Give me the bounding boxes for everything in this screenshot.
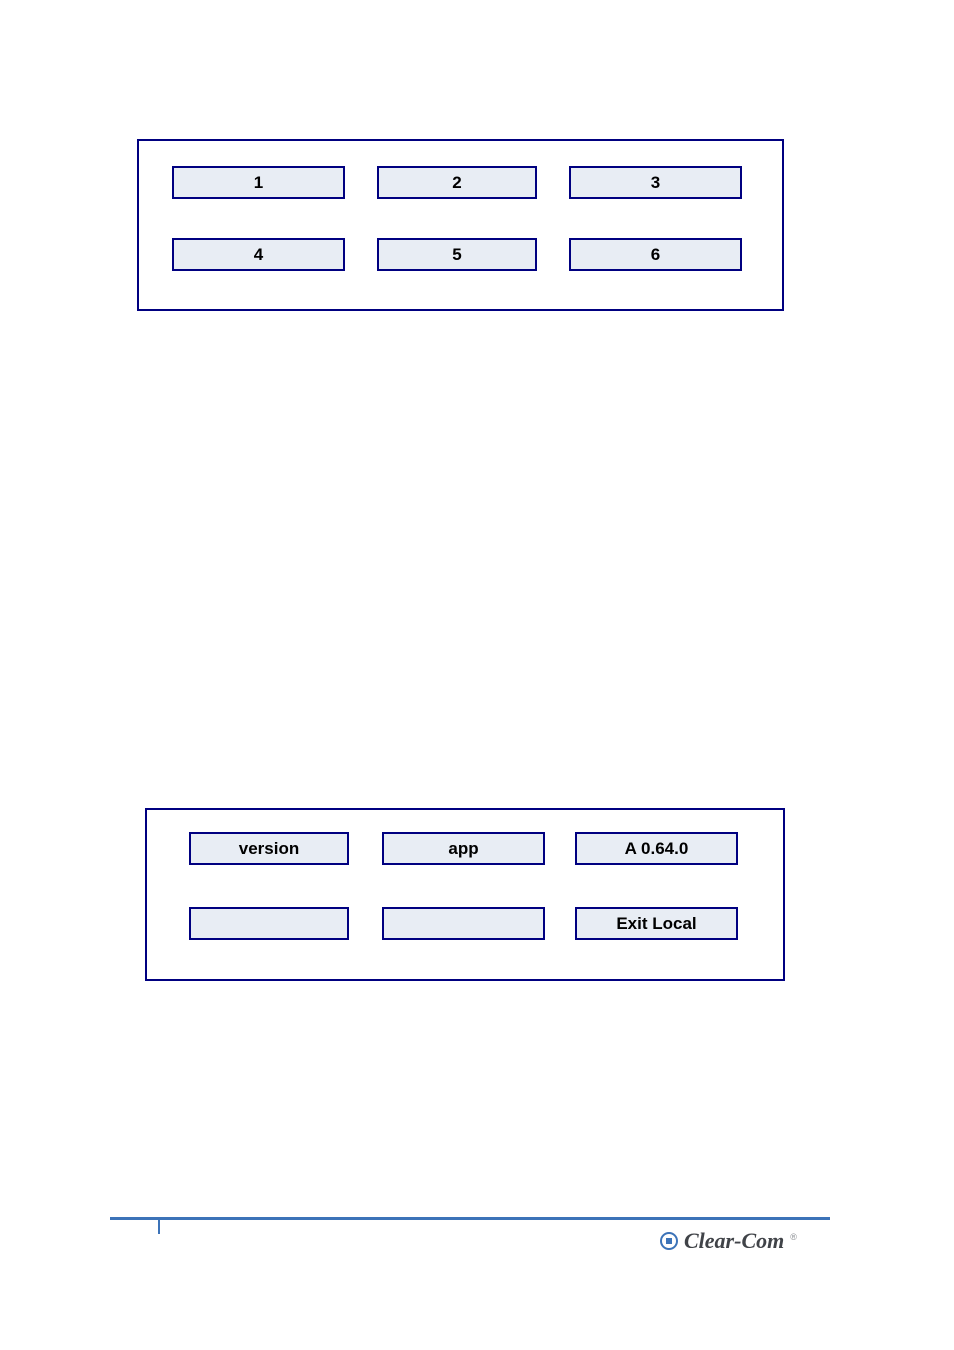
exit-local-button[interactable]: Exit Local [575, 907, 738, 940]
brand-text: Clear-Com [684, 1228, 784, 1254]
softkey-4[interactable]: 4 [172, 238, 345, 271]
field-app-label: app [382, 832, 545, 865]
footer-tick [158, 1220, 160, 1234]
softkey-label: 3 [651, 173, 660, 193]
cell-text: version [239, 839, 299, 859]
cell-text: A 0.64.0 [625, 839, 689, 859]
field-version-value: A 0.64.0 [575, 832, 738, 865]
registered-mark: ® [790, 1232, 797, 1242]
brand: Clear-Com ® [660, 1228, 797, 1254]
softkey-1[interactable]: 1 [172, 166, 345, 199]
footer-rule [110, 1217, 830, 1220]
field-blank-1 [189, 907, 349, 940]
softkey-label: 2 [452, 173, 461, 193]
cell-text: Exit Local [616, 914, 696, 934]
field-blank-2 [382, 907, 545, 940]
cell-text: app [448, 839, 478, 859]
softkey-label: 5 [452, 245, 461, 265]
softkey-5[interactable]: 5 [377, 238, 537, 271]
softkey-label: 4 [254, 245, 263, 265]
softkey-label: 6 [651, 245, 660, 265]
display-panel-bottom: version app A 0.64.0 Exit Local [145, 808, 785, 981]
field-version-label: version [189, 832, 349, 865]
softkey-6[interactable]: 6 [569, 238, 742, 271]
softkey-3[interactable]: 3 [569, 166, 742, 199]
softkey-2[interactable]: 2 [377, 166, 537, 199]
brand-logo-icon [660, 1232, 678, 1250]
page: 1 2 3 4 5 6 version app A 0.64.0 Exit Lo… [0, 0, 954, 1350]
display-panel-top: 1 2 3 4 5 6 [137, 139, 784, 311]
softkey-label: 1 [254, 173, 263, 193]
